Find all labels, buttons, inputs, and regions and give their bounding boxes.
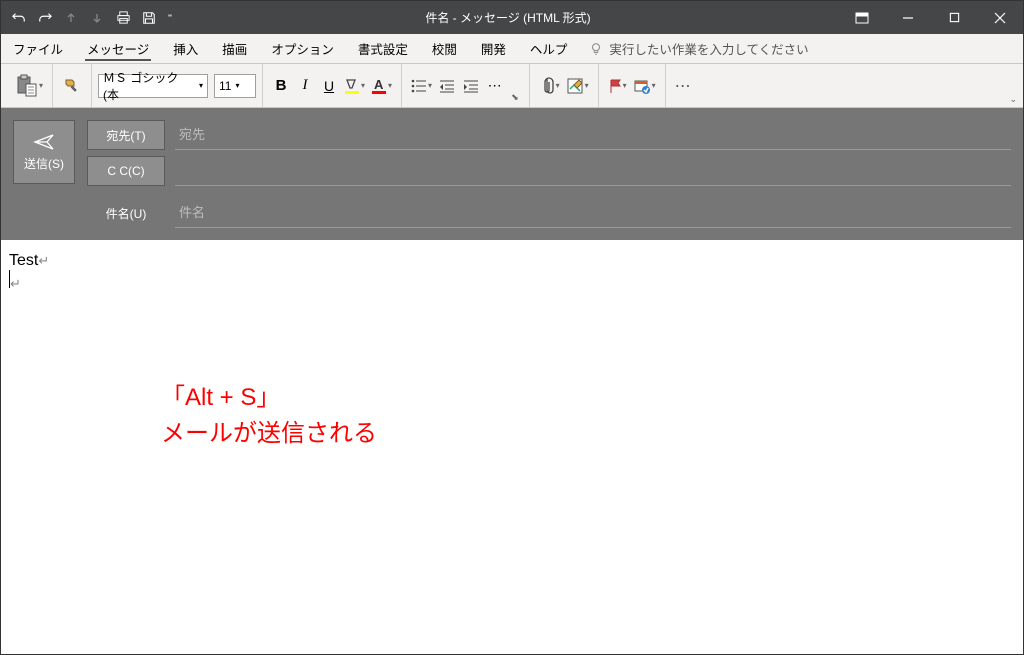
window-title: 件名 - メッセージ (HTML 形式) <box>177 9 839 26</box>
bullets-button[interactable]: ▾ <box>408 71 435 101</box>
annotation-line-2: メールが送信される <box>161 416 377 452</box>
subject-field[interactable] <box>175 198 1011 228</box>
tell-me-search[interactable]: 実行したい作業を入力してください <box>579 39 818 58</box>
close-button[interactable] <box>977 1 1023 34</box>
undo-icon[interactable] <box>7 4 31 32</box>
lightbulb-icon <box>589 42 603 56</box>
menu-insert[interactable]: 挿入 <box>161 34 210 63</box>
compose-header: 送信(S) 宛先(T) C C(C) 件名(U) <box>1 108 1023 240</box>
overflow-button[interactable]: ⋯ <box>672 71 696 101</box>
annotation-line-1: 「Alt + S」 <box>161 380 377 416</box>
signature-button[interactable]: ▾ <box>563 71 592 101</box>
menu-help[interactable]: ヘルプ <box>518 34 580 63</box>
body-line-1: Test <box>9 252 38 269</box>
maximize-button[interactable] <box>931 1 977 34</box>
paste-button[interactable]: ▾ <box>13 71 46 101</box>
svg-text:A: A <box>374 77 384 92</box>
highlight-color-button[interactable]: ▾ <box>341 71 368 101</box>
italic-button[interactable]: I <box>293 71 317 101</box>
overlay-annotation: 「Alt + S」 メールが送信される <box>161 380 377 452</box>
prev-item-icon <box>59 4 83 32</box>
menu-file[interactable]: ファイル <box>1 34 75 63</box>
paragraph-mark-icon: ↵ <box>10 276 21 291</box>
send-label: 送信(S) <box>24 155 64 172</box>
redo-icon[interactable] <box>33 4 57 32</box>
font-size-value: 11 <box>219 79 231 93</box>
font-color-button[interactable]: A ▾ <box>368 71 395 101</box>
font-family-value: ＭＳ ゴシック (本 <box>103 69 195 103</box>
collapse-ribbon-icon[interactable]: ⌄ <box>1009 94 1017 105</box>
send-button[interactable]: 送信(S) <box>13 120 75 184</box>
cc-button[interactable]: C C(C) <box>87 156 165 186</box>
cc-field[interactable] <box>175 156 1011 186</box>
next-item-icon <box>85 4 109 32</box>
tell-me-label: 実行したい作業を入力してください <box>609 39 808 58</box>
font-family-combo[interactable]: ＭＳ ゴシック (本▾ <box>98 74 208 98</box>
bold-button[interactable]: B <box>269 71 293 101</box>
to-button[interactable]: 宛先(T) <box>87 120 165 150</box>
print-icon[interactable] <box>111 4 135 32</box>
increase-indent-button[interactable] <box>459 71 483 101</box>
follow-up-flag-button[interactable]: ▾ <box>605 71 630 101</box>
menu-bar: ファイル メッセージ 挿入 描画 オプション 書式設定 校閲 開発 ヘルプ 実行… <box>1 34 1023 64</box>
dialog-launcher-icon[interactable]: ⬊ <box>507 92 523 103</box>
menu-review[interactable]: 校閲 <box>420 34 469 63</box>
title-bar: ⁼ 件名 - メッセージ (HTML 形式) <box>1 1 1023 34</box>
paragraph-mark-icon: ↵ <box>38 253 49 268</box>
menu-message[interactable]: メッセージ <box>75 34 161 63</box>
save-icon[interactable] <box>137 4 161 32</box>
menu-developer[interactable]: 開発 <box>469 34 518 63</box>
format-painter-button[interactable] <box>59 71 85 101</box>
font-size-combo[interactable]: 11▾ <box>214 74 256 98</box>
ribbon: ▾ ＭＳ ゴシック (本▾ 11▾ B I U ▾ <box>1 64 1023 108</box>
to-field[interactable] <box>175 120 1011 150</box>
minimize-button[interactable] <box>885 1 931 34</box>
assign-policy-button[interactable]: ▾ <box>630 71 659 101</box>
menu-options[interactable]: オプション <box>259 34 346 63</box>
menu-format[interactable]: 書式設定 <box>346 34 420 63</box>
subject-label: 件名(U) <box>87 205 165 222</box>
attach-file-button[interactable]: ▾ <box>536 71 563 101</box>
underline-button[interactable]: U <box>317 71 341 101</box>
decrease-indent-button[interactable] <box>435 71 459 101</box>
ribbon-display-icon[interactable] <box>839 1 885 34</box>
send-icon <box>33 133 55 151</box>
qat-customize-icon[interactable]: ⁼ <box>163 4 177 32</box>
message-body[interactable]: Test↵ ↵ 「Alt + S」 メールが送信される <box>1 240 1023 654</box>
menu-draw[interactable]: 描画 <box>210 34 259 63</box>
more-formatting-icon[interactable]: ⋯ <box>483 71 507 101</box>
